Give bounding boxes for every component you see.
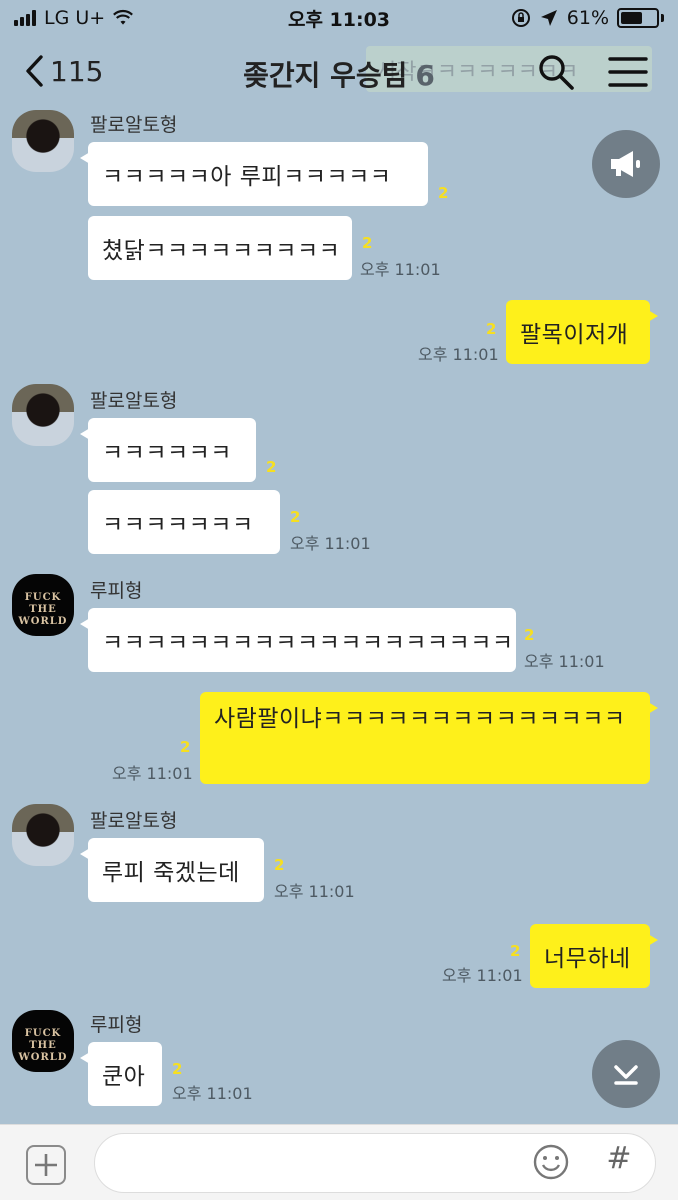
avatar-palloalto[interactable] [12,110,74,172]
chat-area[interactable]: 팔로알토형 ㅋㅋㅋㅋㅋ아 루피ㅋㅋㅋㅋㅋ 2 쳤닭ㅋㅋㅋㅋㅋㅋㅋㅋㅋ 2 오후 … [0,0,678,1124]
message-time: 오후 11:01 [442,966,523,985]
unread-count: 2 [266,458,277,476]
my-message-bubble[interactable]: 사람팔이냐ㅋㅋㅋㅋㅋㅋㅋㅋㅋㅋㅋㅋㅋㅋ [200,692,658,784]
message-bubble[interactable]: ㅋㅋㅋㅋㅋㅋㅋㅋㅋㅋㅋㅋㅋㅋㅋㅋㅋㅋㅋ [80,608,516,672]
scroll-down-button[interactable] [592,1040,660,1108]
message-bubble[interactable]: ㅋㅋㅋㅋㅋㅋ [80,418,256,482]
my-message-bubble[interactable]: 너무하네 [530,924,658,988]
unread-count: 2 [180,738,191,756]
location-icon [540,10,557,26]
message-time: 오후 11:01 [360,260,441,279]
message-time: 오후 11:01 [112,764,193,783]
scroll-down-icon [614,1065,638,1085]
avatar-logo-text: FUCK THE WORLD [18,1028,68,1063]
message-time: 오후 11:01 [524,652,605,671]
lock-rotation-icon [511,9,530,27]
announcement-button[interactable] [592,130,660,198]
sender-name: 팔로알토형 [90,810,178,832]
message-bubble[interactable]: 루피 죽겠는데 [80,838,264,902]
message-time: 오후 11:01 [172,1084,253,1103]
message-time: 오후 11:01 [290,534,371,553]
wifi-icon [113,10,134,25]
hash-icon[interactable]: # [602,1141,636,1181]
message-input[interactable] [94,1133,656,1193]
unread-count: 2 [274,856,285,874]
message-bubble[interactable]: ㅋㅋㅋㅋㅋ아 루피ㅋㅋㅋㅋㅋ [80,142,428,206]
sender-name: 루피형 [90,1014,143,1036]
menu-icon[interactable] [606,54,650,90]
avatar-luffy[interactable]: FUCK THE WORLD [12,574,74,636]
sender-name: 루피형 [90,580,143,602]
unread-count: 2 [290,508,301,526]
message-time: 오후 11:01 [274,882,355,901]
plus-icon [35,1154,57,1176]
search-icon[interactable] [536,52,576,92]
megaphone-icon [611,151,640,177]
unread-count: 2 [362,234,373,252]
unread-count: 2 [172,1060,183,1078]
unread-count: 2 [510,942,521,960]
avatar-palloalto[interactable] [12,804,74,866]
chat-header: 시작ㅋㅋㅋㅋㅋㅋㅋㅋ 115 좆간지 우승팀 6 [0,36,678,108]
back-chevron-icon [26,55,43,87]
unread-count: 2 [438,184,449,202]
avatar-luffy[interactable]: FUCK THE WORLD [12,1010,74,1072]
avatar-logo-text: FUCK THE WORLD [18,592,68,627]
emoji-icon[interactable] [532,1143,570,1181]
message-input-bar: # [0,1124,678,1200]
battery-percent: 61% [566,7,609,29]
message-time: 오후 11:01 [418,345,499,364]
battery-icon [617,8,664,28]
sender-name: 팔로알토형 [90,114,178,136]
carrier-label: LG U+ [44,7,106,29]
unread-count: 2 [524,626,535,644]
unread-count: 2 [486,320,497,338]
attach-button[interactable] [26,1145,66,1185]
back-unread-count: 115 [50,54,104,88]
message-bubble[interactable]: 쳤닭ㅋㅋㅋㅋㅋㅋㅋㅋㅋ [88,216,352,280]
status-bar: LG U+ 오후 11:03 61% [0,0,678,36]
message-bubble[interactable]: ㅋㅋㅋㅋㅋㅋㅋ [88,490,280,554]
message-bubble[interactable]: 쿤아 [80,1042,162,1106]
signal-icon [14,10,36,26]
back-button[interactable]: 115 [24,54,103,88]
sender-name: 팔로알토형 [90,390,178,412]
avatar-palloalto[interactable] [12,384,74,446]
my-message-bubble[interactable]: 팔목이저개 [506,300,658,364]
